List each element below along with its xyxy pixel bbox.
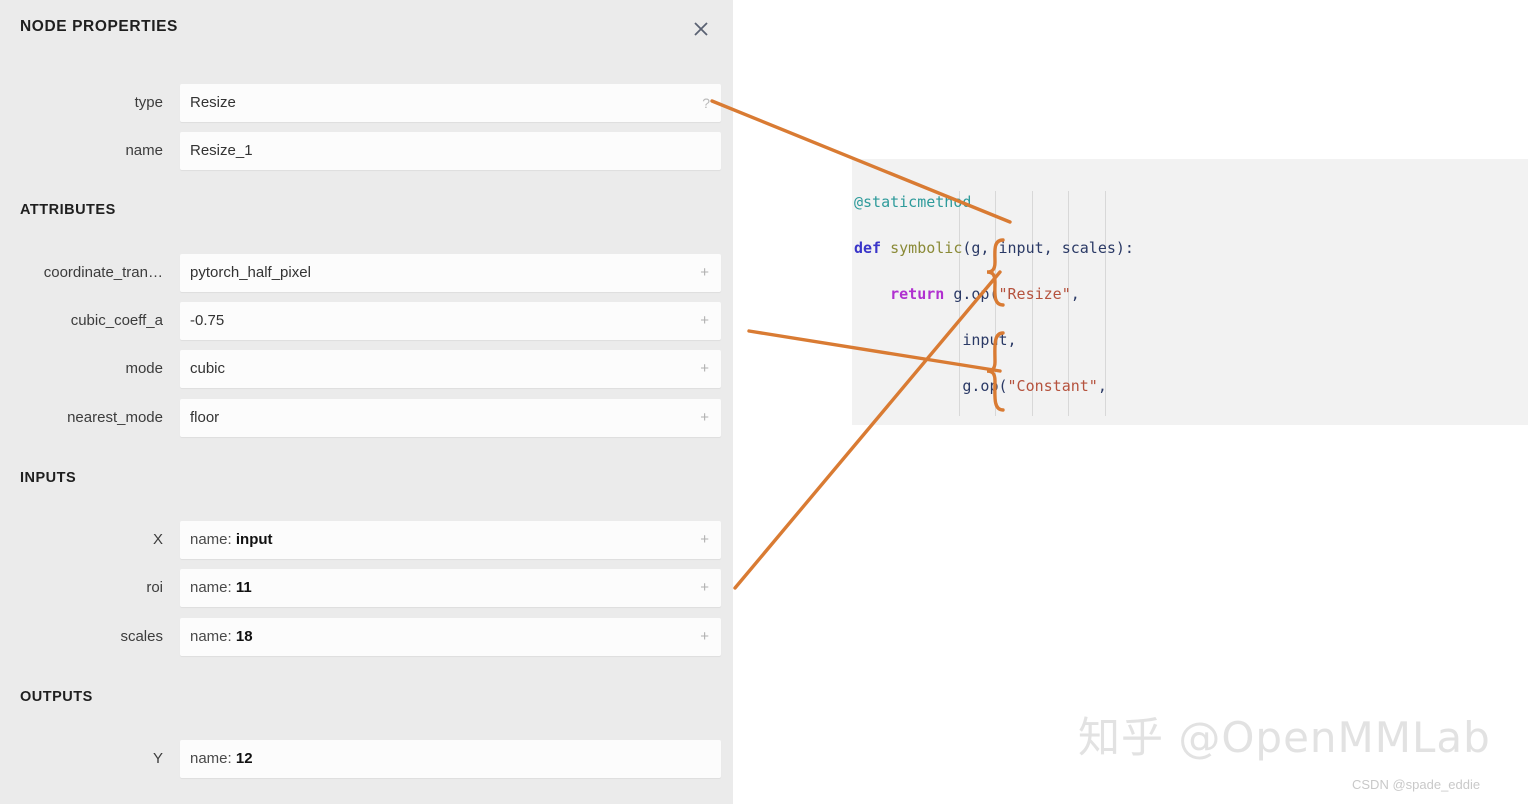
name-value: Resize_1 <box>190 142 253 159</box>
attribute-label: coordinate_tran… <box>43 264 163 281</box>
attribute-label: nearest_mode <box>67 409 163 426</box>
section-title-outputs: OUTPUTS <box>20 689 93 705</box>
attribute-value: floor <box>190 409 220 426</box>
code-token-g-op-2: g.op( <box>962 377 1008 395</box>
property-row-type: type Resize ? <box>0 84 733 122</box>
code-line: @staticmethod <box>852 191 1450 214</box>
input-name-prefix: name: <box>190 531 236 548</box>
output-label: Y <box>152 750 163 767</box>
code-token-value-t: value_t= <box>1008 423 1080 425</box>
attribute-field[interactable]: cubic + <box>180 350 721 388</box>
input-label: X <box>152 531 163 548</box>
attribute-value: pytorch_half_pixel <box>190 264 311 281</box>
plus-icon[interactable]: + <box>700 569 709 607</box>
section-title-inputs: INPUTS <box>20 470 77 486</box>
attribute-label: cubic_coeff_a <box>70 312 163 329</box>
code-token-str-resize: "Resize" <box>998 285 1071 303</box>
plus-icon[interactable]: + <box>700 521 709 559</box>
row-label-name: name <box>125 142 163 159</box>
code-snippet-block: @staticmethod def symbolic(g, input, sca… <box>852 159 1528 425</box>
code-line: value_t=torch.tensor([], dtype=torch.flo… <box>852 421 1450 425</box>
code-token-g-op: g.op( <box>953 285 999 303</box>
code-token-params: (g, input, scales): <box>962 239 1134 257</box>
attribute-label: mode <box>125 360 163 377</box>
plus-icon[interactable]: + <box>700 618 709 656</box>
output-name-value: 12 <box>235 750 253 767</box>
code-token-torch-float32: torch.float32 <box>1288 423 1405 425</box>
input-label: scales <box>120 628 163 645</box>
attribute-row-mode: mode cubic + <box>0 350 733 388</box>
close-icon[interactable] <box>687 15 715 43</box>
panel-header: NODE PROPERTIES <box>0 0 733 58</box>
input-name-prefix: name: <box>190 628 236 645</box>
watermark-csdn: CSDN @spade_eddie <box>1352 777 1481 792</box>
code-token-empty-list: ([], <box>1188 423 1233 425</box>
name-field[interactable]: Resize_1 <box>180 132 721 170</box>
attribute-row-nearest-mode: nearest_mode floor + <box>0 399 733 437</box>
plus-icon[interactable]: + <box>700 350 709 388</box>
attribute-field[interactable]: pytorch_half_pixel + <box>180 254 721 292</box>
input-field[interactable]: name: input + <box>180 521 721 559</box>
input-row-x: X name: input + <box>0 521 733 559</box>
input-name-value: 11 <box>235 579 252 596</box>
section-title-attributes: ATTRIBUTES <box>20 202 116 218</box>
input-label: roi <box>146 579 163 596</box>
input-value: name: 11 <box>190 569 252 607</box>
input-value: name: 18 <box>190 618 253 656</box>
attribute-value: -0.75 <box>190 312 225 329</box>
attribute-field[interactable]: floor + <box>180 399 721 437</box>
code-token-arg-input: input, <box>962 331 1017 349</box>
attribute-value: cubic <box>190 360 226 377</box>
plus-icon[interactable]: + <box>700 254 709 292</box>
plus-icon[interactable]: + <box>700 399 709 437</box>
output-field[interactable]: name: 12 <box>180 740 721 778</box>
code-token-fn-name: symbolic <box>890 239 963 257</box>
watermark-zhihu: 知乎 @OpenMMLab <box>1078 713 1491 762</box>
code-token-decorator: @staticmethod <box>854 193 972 211</box>
attribute-row-cubic-coeff-a: cubic_coeff_a -0.75 + <box>0 302 733 340</box>
input-row-roi: roi name: 11 + <box>0 569 733 607</box>
type-value: Resize <box>190 94 236 111</box>
output-value: name: 12 <box>190 740 253 778</box>
input-name-value: input <box>235 531 273 548</box>
type-field[interactable]: Resize ? <box>180 84 721 122</box>
code-token-torch-tensor: torch.tensor <box>1080 423 1188 425</box>
attribute-field[interactable]: -0.75 + <box>180 302 721 340</box>
input-value: name: input <box>190 521 273 559</box>
code-token-def: def <box>854 239 882 257</box>
code-text: @staticmethod def symbolic(g, input, sca… <box>852 168 1450 425</box>
code-token-str-constant: "Constant" <box>1007 377 1098 395</box>
input-name-prefix: name: <box>190 579 236 596</box>
attribute-row-coordinate-transformation-mode: coordinate_tran… pytorch_half_pixel + <box>0 254 733 292</box>
input-field[interactable]: name: 11 + <box>180 569 721 607</box>
help-icon[interactable]: ? <box>702 84 710 122</box>
input-row-scales: scales name: 18 + <box>0 618 733 656</box>
node-properties-panel: NODE PROPERTIES type Resize ? name Resiz… <box>0 0 733 804</box>
page-title: NODE PROPERTIES <box>20 18 178 35</box>
property-row-name: name Resize_1 <box>0 132 733 170</box>
input-name-value: 18 <box>235 628 253 645</box>
code-line: g.op("Constant", <box>962 377 1107 395</box>
code-token-return: return <box>890 285 945 303</box>
code-line: def symbolic(g, input, scales): <box>852 237 1450 260</box>
code-line: return g.op("Resize", <box>890 285 1080 303</box>
code-line: input, <box>852 329 1450 352</box>
output-name-prefix: name: <box>190 750 236 767</box>
output-row-y: Y name: 12 <box>0 740 733 778</box>
code-token-dtype: dtype= <box>1233 423 1287 425</box>
row-label-type: type <box>134 94 163 111</box>
plus-icon[interactable]: + <box>700 302 709 340</box>
input-field[interactable]: name: 18 + <box>180 618 721 656</box>
